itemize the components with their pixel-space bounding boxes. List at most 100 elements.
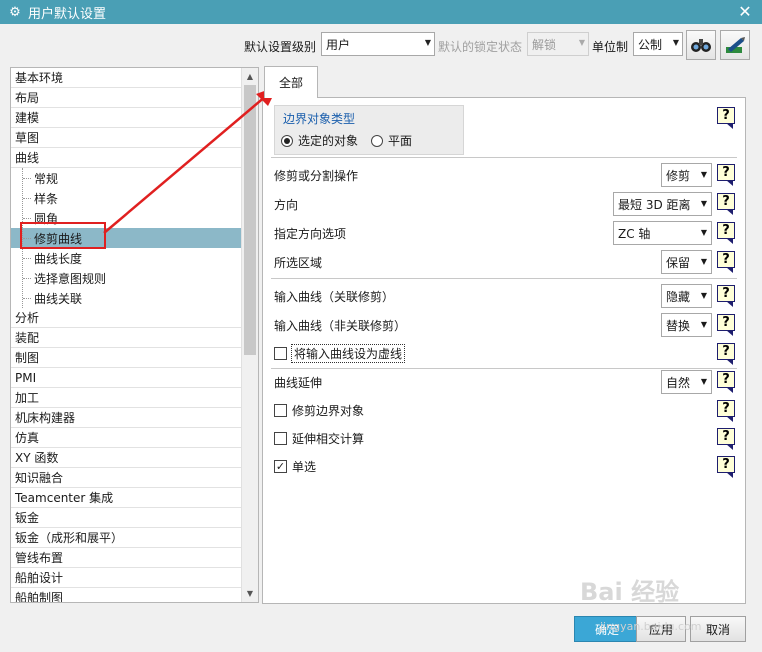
tree-item[interactable]: 分析	[11, 308, 242, 328]
tree-connector	[23, 198, 31, 199]
help-icon[interactable]: ?	[717, 164, 735, 186]
input-nonassoc-label: 输入曲线（非关联修剪）	[274, 319, 407, 333]
help-icon[interactable]: ?	[717, 456, 735, 478]
scroll-up-icon[interactable]: ▲	[242, 68, 258, 85]
scroll-down-icon[interactable]: ▼	[242, 585, 258, 602]
settings-pen-icon	[726, 37, 745, 53]
help-glyph: ?	[717, 107, 735, 124]
region-select[interactable]: 保留 ▼	[661, 250, 712, 274]
tree-item[interactable]: 加工	[11, 388, 242, 408]
gear-icon: ⚙	[9, 4, 21, 20]
input-nonassoc-select[interactable]: 替换 ▼	[661, 313, 712, 337]
tree-item-label: 加工	[15, 391, 40, 405]
tree-item-label: 机床构建器	[15, 411, 76, 425]
help-icon[interactable]: ?	[717, 343, 735, 365]
radio-button[interactable]	[281, 134, 293, 147]
tree-item-label: 样条	[34, 191, 59, 206]
tree-item[interactable]: 基本环境	[11, 68, 242, 88]
select-value: 替换	[666, 318, 691, 333]
unit-select[interactable]: 公制 ▼	[633, 32, 683, 56]
tree-scrollbar[interactable]: ▲ ▼	[241, 68, 258, 602]
scroll-thumb[interactable]	[244, 85, 256, 355]
tree-item[interactable]: 知识融合	[11, 468, 242, 488]
trim-or-split-select[interactable]: 修剪 ▼	[661, 163, 712, 187]
input-assoc-select[interactable]: 隐藏 ▼	[661, 284, 712, 308]
extension-select[interactable]: 自然 ▼	[661, 370, 712, 394]
tree-item-label: 建模	[15, 111, 40, 125]
tree-item-label: 基本环境	[15, 71, 64, 85]
tree-item[interactable]: 制图	[11, 348, 242, 368]
direction-select[interactable]: 最短 3D 距离 ▼	[613, 192, 712, 216]
find-default-button[interactable]	[686, 30, 716, 60]
lock-label: 默认的锁定状态	[438, 40, 523, 54]
tree-item[interactable]: 草图	[11, 128, 242, 148]
tree-item[interactable]: PMI	[11, 368, 242, 388]
tree-connector	[23, 178, 31, 179]
tree-item[interactable]: 钣金	[11, 508, 242, 528]
radio-label: 平面	[388, 134, 413, 148]
tree-item[interactable]: 常规	[11, 168, 242, 188]
single-select-checkbox[interactable]: ✓ 单选	[274, 458, 316, 475]
chevron-down-icon: ▼	[700, 257, 707, 266]
tree-item[interactable]: 曲线	[11, 148, 242, 168]
help-glyph: ?	[717, 428, 735, 445]
checkbox-checked[interactable]: ✓	[274, 460, 287, 473]
tree-item[interactable]: 机床构建器	[11, 408, 242, 428]
tree-item[interactable]: 钣金（成形和展平）	[11, 528, 242, 548]
tree-item[interactable]: 仿真	[11, 428, 242, 448]
radio-button[interactable]	[371, 134, 383, 147]
help-icon[interactable]: ?	[717, 285, 735, 307]
tree-item[interactable]: 样条	[11, 188, 242, 208]
tree-item[interactable]: Teamcenter 集成	[11, 488, 242, 508]
help-icon[interactable]: ?	[717, 371, 735, 393]
tree-item[interactable]: 曲线长度	[11, 248, 242, 268]
watermark-logo: Bai 经验	[580, 578, 680, 606]
trim-boundary-checkbox[interactable]: 修剪边界对象	[274, 402, 364, 419]
lock-value: 解锁	[532, 37, 557, 52]
radio-selected-objects[interactable]: 选定的对象	[281, 132, 358, 149]
level-select[interactable]: 用户 ▼	[321, 32, 435, 56]
level-value: 用户	[326, 37, 351, 52]
checkbox-label: 单选	[292, 460, 317, 474]
checkbox-label: 将输入曲线设为虚线	[290, 344, 406, 363]
chevron-down-icon: ▼	[700, 228, 707, 237]
boundary-type-group: 边界对象类型 选定的对象 平面	[274, 105, 464, 155]
tree-item-label: 知识融合	[15, 471, 64, 485]
tree-item[interactable]: 建模	[11, 108, 242, 128]
tree-item[interactable]: 曲线关联	[11, 288, 242, 308]
help-glyph: ?	[717, 314, 735, 331]
direction-option-select[interactable]: ZC 轴 ▼	[613, 221, 712, 245]
help-icon[interactable]: ?	[717, 400, 735, 422]
tree-item[interactable]: 船舶制图	[11, 588, 242, 602]
tree-item[interactable]: 船舶设计	[11, 568, 242, 588]
tree-item[interactable]: 布局	[11, 88, 242, 108]
select-value: ZC 轴	[618, 226, 651, 241]
help-icon[interactable]: ?	[717, 428, 735, 450]
help-icon[interactable]: ?	[717, 314, 735, 336]
help-icon[interactable]: ?	[717, 193, 735, 215]
tree-item-label: 钣金	[15, 511, 40, 525]
tree-item[interactable]: 选择意图规则	[11, 268, 242, 288]
manage-settings-button[interactable]	[720, 30, 750, 60]
help-glyph: ?	[717, 371, 735, 388]
help-icon[interactable]: ?	[717, 251, 735, 273]
dashed-input-checkbox[interactable]: 将输入曲线设为虚线	[274, 344, 406, 363]
unit-value: 公制	[638, 37, 663, 52]
tree-item[interactable]: 装配	[11, 328, 242, 348]
tree-item-label: 分析	[15, 311, 40, 325]
checkbox[interactable]	[274, 404, 287, 417]
close-icon[interactable]: ✕	[736, 2, 754, 21]
category-tree[interactable]: 基本环境 布局 建模 草图 曲线 常规 样条 圆角 修剪曲线 曲线长度 选择意图规则 曲线关联 分析 装配…	[10, 67, 259, 603]
tree-item[interactable]: XY 函数	[11, 448, 242, 468]
help-icon[interactable]: ?	[717, 107, 735, 129]
tree-item[interactable]: 管线布置	[11, 548, 242, 568]
checkbox[interactable]	[274, 347, 287, 360]
help-glyph: ?	[717, 222, 735, 239]
chevron-down-icon: ▼	[578, 38, 585, 47]
checkbox[interactable]	[274, 432, 287, 445]
help-icon[interactable]: ?	[717, 222, 735, 244]
extend-intersect-checkbox[interactable]: 延伸相交计算	[274, 430, 364, 447]
radio-plane[interactable]: 平面	[371, 132, 412, 149]
tree-connector	[23, 218, 31, 219]
tab-all[interactable]: 全部	[264, 66, 318, 98]
